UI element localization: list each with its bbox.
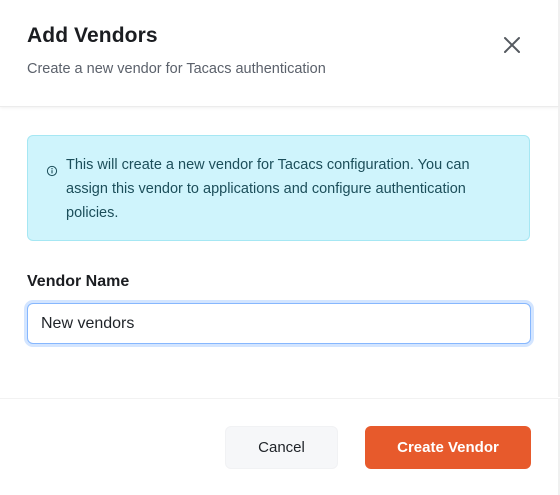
dialog-footer: Cancel Create Vendor bbox=[0, 398, 560, 495]
info-icon bbox=[46, 165, 58, 177]
info-message: This will create a new vendor for Tacacs… bbox=[66, 157, 470, 221]
vendor-name-label: Vendor Name bbox=[27, 273, 130, 290]
dialog-header: Add Vendors Create a new vendor for Taca… bbox=[0, 0, 560, 107]
close-icon bbox=[504, 37, 520, 53]
info-alert: This will create a new vendor for Tacacs… bbox=[27, 135, 530, 241]
dialog-title: Add Vendors bbox=[27, 24, 158, 47]
dialog-subtitle: Create a new vendor for Tacacs authentic… bbox=[27, 61, 326, 77]
create-vendor-button[interactable]: Create Vendor bbox=[365, 426, 531, 469]
close-button[interactable] bbox=[498, 31, 526, 59]
add-vendors-dialog: Add Vendors Create a new vendor for Taca… bbox=[0, 0, 560, 495]
dialog-body: This will create a new vendor for Tacacs… bbox=[0, 107, 560, 397]
vendor-name-input[interactable] bbox=[27, 303, 531, 344]
cancel-button[interactable]: Cancel bbox=[225, 426, 338, 469]
